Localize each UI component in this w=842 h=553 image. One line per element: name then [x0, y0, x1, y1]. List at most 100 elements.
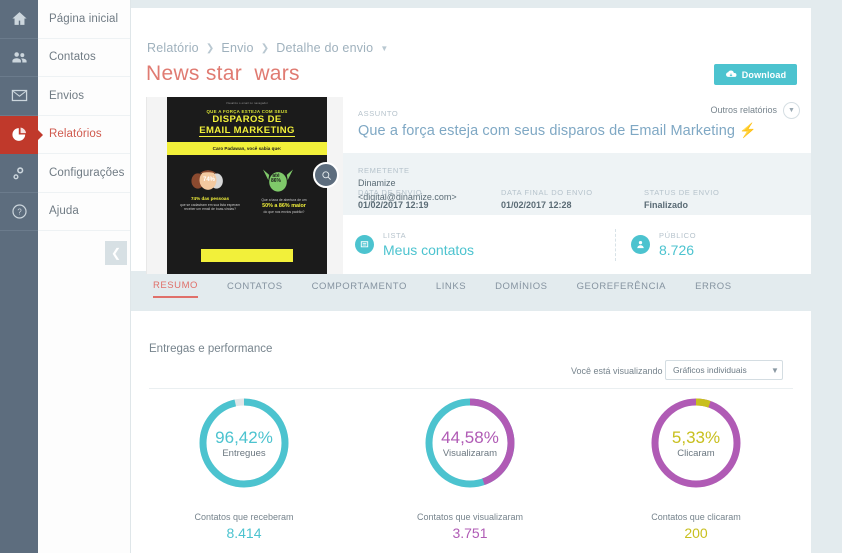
- email-preview: Visualize o email no navegador QUE A FOR…: [167, 97, 327, 274]
- list-block: LISTA Meus contatos: [383, 231, 474, 258]
- view-mode-select[interactable]: Gráficos individuaisGráfico consolidado: [665, 360, 783, 380]
- breadcrumb-item-relatorio[interactable]: Relatório: [147, 41, 199, 55]
- email-right-big: 50% a 86% maior: [262, 202, 306, 209]
- cloud-download-icon: [725, 68, 737, 82]
- dates-row: DATA DE ENVIO 01/02/2017 12:19 DATA FINA…: [358, 188, 787, 210]
- send-date-block: DATA DE ENVIO 01/02/2017 12:19: [358, 188, 501, 210]
- sidebar-item-relatorios[interactable]: Relatórios: [38, 116, 130, 154]
- list-value: Meus contatos: [383, 242, 475, 258]
- sidebar-icon-column: ?: [0, 0, 43, 553]
- donut-footer-label-2: Contatos que clicaram: [651, 512, 741, 522]
- email-cta-button: [201, 249, 293, 262]
- sidebar-icon-ajuda[interactable]: ?: [0, 193, 38, 231]
- sidebar-label: Envios: [49, 89, 85, 102]
- tab-links[interactable]: LINKS: [436, 281, 466, 297]
- other-reports-button[interactable]: ▼: [783, 102, 800, 119]
- sidebar-item-contatos[interactable]: Contatos: [38, 39, 130, 77]
- donut-footer-value-0: 8.414: [226, 525, 262, 541]
- donut-ring: 5,33% Clicaram: [648, 395, 744, 491]
- email-right-percent-val: 86%: [271, 178, 282, 184]
- app-root: ? Página inicial Contatos Envios Relatór…: [0, 0, 842, 553]
- donut-ring: 96,42% Entregues: [196, 395, 292, 491]
- magnifier-icon[interactable]: [313, 162, 339, 188]
- donut-footer: Contatos que clicaram 200: [651, 512, 741, 541]
- chevron-down-icon[interactable]: ▼: [380, 44, 388, 53]
- email-right-small: Que a taxa de abertura de um: [261, 197, 307, 202]
- breadcrumb-item-detalhe[interactable]: Detalhe do envio: [276, 41, 373, 55]
- email-left-percent: 74%: [203, 177, 216, 183]
- download-button[interactable]: Download: [714, 64, 797, 85]
- audience-label: PÚBLICO: [659, 231, 697, 240]
- email-left-big: 74% das pessoas: [190, 196, 230, 201]
- subject-value: Que a força esteja com seus disparos de …: [358, 122, 811, 139]
- email-thumbnail[interactable]: Visualize o email no navegador QUE A FOR…: [146, 97, 343, 274]
- sidebar-label: Ajuda: [49, 205, 79, 218]
- email-illustration: 74% até 86% 74% das pessoas que se cadas…: [167, 160, 327, 215]
- sidebar-icon-contacts[interactable]: [0, 39, 38, 77]
- sidebar-collapse-button[interactable]: ❮: [105, 241, 127, 265]
- donut-visualizaram: 44,58% Visualizaram Contatos que visuali…: [357, 395, 583, 541]
- donut-center-text: 44,58% Visualizaram: [422, 395, 518, 491]
- end-date-value: 01/02/2017 12:28: [501, 200, 572, 210]
- tab-erros[interactable]: ERROS: [695, 281, 732, 297]
- donut-name-0: Entregues: [222, 447, 266, 459]
- subject-block: ASSUNTO Que a força esteja com seus disp…: [343, 97, 811, 153]
- sidebar-item-ajuda[interactable]: Ajuda: [38, 193, 130, 231]
- tab-dominios[interactable]: DOMÍNIOS: [495, 281, 547, 297]
- sidebar: ? Página inicial Contatos Envios Relatór…: [0, 0, 131, 553]
- sidebar-item-pagina-inicial[interactable]: Página inicial: [38, 0, 130, 39]
- sidebar-item-configuracoes[interactable]: Configurações: [38, 154, 130, 193]
- section-divider: [149, 388, 793, 389]
- chevron-down-icon: ▼: [788, 107, 795, 114]
- email-left-column: 74% das pessoas que se cadastram em sua …: [179, 196, 241, 211]
- donut-footer-label-1: Contatos que visualizaram: [416, 512, 524, 522]
- donut-entregues: 96,42% Entregues Contatos que receberam …: [131, 395, 357, 541]
- end-date-block: DATA FINAL DO ENVIO 01/02/2017 12:28: [501, 188, 644, 210]
- email-band-text: Caro Padawan, você sabia que:: [167, 142, 327, 155]
- status-block: STATUS DE ENVIO Finalizado: [644, 188, 787, 210]
- sidebar-icon-relatorios[interactable]: [0, 115, 43, 154]
- vertical-divider: [615, 229, 616, 261]
- donut-footer: Contatos que visualizaram 3.751: [417, 512, 523, 541]
- email-right-percent: até 86%: [271, 174, 281, 184]
- donut-percent-1: 44,58%: [441, 427, 499, 447]
- email-heading-line1: DISPAROS DE: [212, 114, 282, 125]
- lightning-bolt-icon: ⚡: [739, 122, 757, 138]
- svg-text:?: ?: [17, 207, 22, 216]
- sidebar-label: Configurações: [49, 166, 125, 179]
- tab-comportamento[interactable]: COMPORTAMENTO: [312, 281, 407, 297]
- main-content: Relatório ❯ Envio ❯ Detalhe do envio ▼ N…: [131, 0, 842, 553]
- list-label: LISTA: [383, 231, 407, 240]
- donut-name-2: Clicaram: [677, 447, 715, 459]
- sidebar-icon-home[interactable]: [0, 0, 38, 39]
- audience-group: PÚBLICO 8.726: [631, 231, 696, 258]
- sidebar-item-envios[interactable]: Envios: [38, 77, 130, 116]
- list-icon: [355, 235, 374, 254]
- email-right-column: Que a taxa de abertura de um 50% a 86% m…: [253, 196, 315, 215]
- audience-value: 8.726: [659, 242, 695, 258]
- chevron-left-icon: ❮: [110, 246, 122, 260]
- email-right-small2: do que nos envios padrão?: [263, 210, 305, 215]
- sidebar-label: Página inicial: [49, 12, 119, 25]
- donut-charts: 96,42% Entregues Contatos que receberam …: [131, 395, 811, 541]
- end-date-label: DATA FINAL DO ENVIO: [501, 188, 593, 197]
- breadcrumb-separator: ❯: [260, 42, 270, 54]
- donut-name-1: Visualizaram: [442, 447, 498, 459]
- report-tabs: RESUMO CONTATOS COMPORTAMENTO LINKS DOMÍ…: [131, 277, 811, 301]
- list-and-audience-block: LISTA Meus contatos PÚBLICO 8.726: [343, 215, 811, 274]
- tab-resumo[interactable]: RESUMO: [153, 280, 198, 298]
- sidebar-icon-envios[interactable]: [0, 77, 38, 116]
- subject-text: Que a força esteja com seus disparos de …: [358, 123, 736, 139]
- tab-georeferencia[interactable]: GEOREFERÊNCIA: [577, 281, 667, 297]
- donut-footer: Contatos que receberam 8.414: [194, 512, 293, 541]
- sidebar-label: Contatos: [49, 51, 96, 64]
- breadcrumb-item-envio[interactable]: Envio: [221, 41, 253, 55]
- tab-contatos[interactable]: CONTATOS: [227, 281, 283, 297]
- breadcrumb-separator: ❯: [205, 42, 215, 54]
- audience-block: PÚBLICO 8.726: [659, 231, 696, 258]
- donut-percent-0: 96,42%: [215, 427, 273, 447]
- sidebar-icon-configuracoes[interactable]: [0, 154, 38, 193]
- send-date-label: DATA DE ENVIO: [358, 188, 423, 197]
- donut-center-text: 96,42% Entregues: [196, 395, 292, 491]
- report-header-card: Relatório ❯ Envio ❯ Detalhe do envio ▼ N…: [131, 8, 811, 274]
